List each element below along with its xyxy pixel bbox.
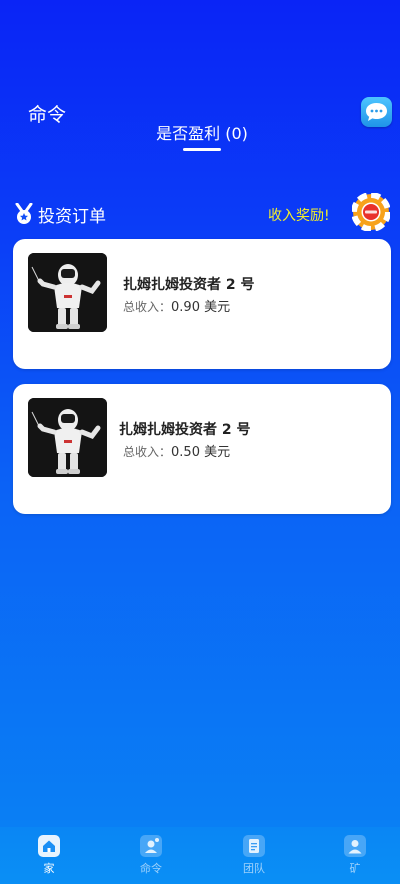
tab-active-indicator <box>183 148 221 151</box>
investment-orders-header: 投资订单 收入奖励! <box>14 193 390 231</box>
home-icon <box>38 835 60 857</box>
nav-item-team[interactable]: 团队 <box>224 835 284 876</box>
lifebuoy-icon[interactable] <box>352 193 390 231</box>
orders-icon <box>140 835 162 857</box>
section-title: 投资订单 <box>38 207 106 227</box>
tab-profitable[interactable]: 是否盈利 (0) <box>150 120 254 144</box>
chat-bubble-icon <box>366 103 387 121</box>
robot-thumbnail <box>28 253 107 332</box>
nav-label: 矿 <box>349 862 361 875</box>
order-card[interactable]: 扎姆扎姆投资者 2 号 总收入：0.50 美元 <box>13 384 391 514</box>
nav-item-orders[interactable]: 命令 <box>121 835 181 876</box>
robot-thumbnail <box>28 398 107 477</box>
medal-icon <box>15 203 33 224</box>
page-title: 命令 <box>28 104 67 126</box>
order-income: 总收入：0.50 美元 <box>123 441 230 460</box>
nav-label: 团队 <box>243 862 265 875</box>
mine-icon <box>344 835 366 857</box>
income-label: 总收入： <box>123 445 172 459</box>
income-value: 0.90 美元 <box>171 300 231 315</box>
chat-button[interactable] <box>361 97 392 127</box>
order-name: 扎姆扎姆投资者 2 号 <box>123 277 255 293</box>
bottom-nav: 家 命令 团队 矿 <box>0 827 400 884</box>
team-icon <box>243 835 265 857</box>
order-card[interactable]: 扎姆扎姆投资者 2 号 总收入：0.90 美元 <box>13 239 391 369</box>
income-value: 0.50 美元 <box>171 445 231 460</box>
income-reward-link[interactable]: 收入奖励! <box>268 205 330 225</box>
nav-label: 命令 <box>140 862 162 875</box>
order-income: 总收入：0.90 美元 <box>123 296 230 315</box>
nav-label: 家 <box>43 862 55 875</box>
nav-item-mine[interactable]: 矿 <box>325 835 385 876</box>
income-label: 总收入： <box>123 300 172 314</box>
nav-item-home[interactable]: 家 <box>19 835 79 876</box>
order-name: 扎姆扎姆投资者 2 号 <box>119 422 251 438</box>
app-screen: 命令 是否盈利 (0) 投资订单 收入奖励! 扎姆扎姆投资者 2 号 总收入：0… <box>0 0 400 884</box>
